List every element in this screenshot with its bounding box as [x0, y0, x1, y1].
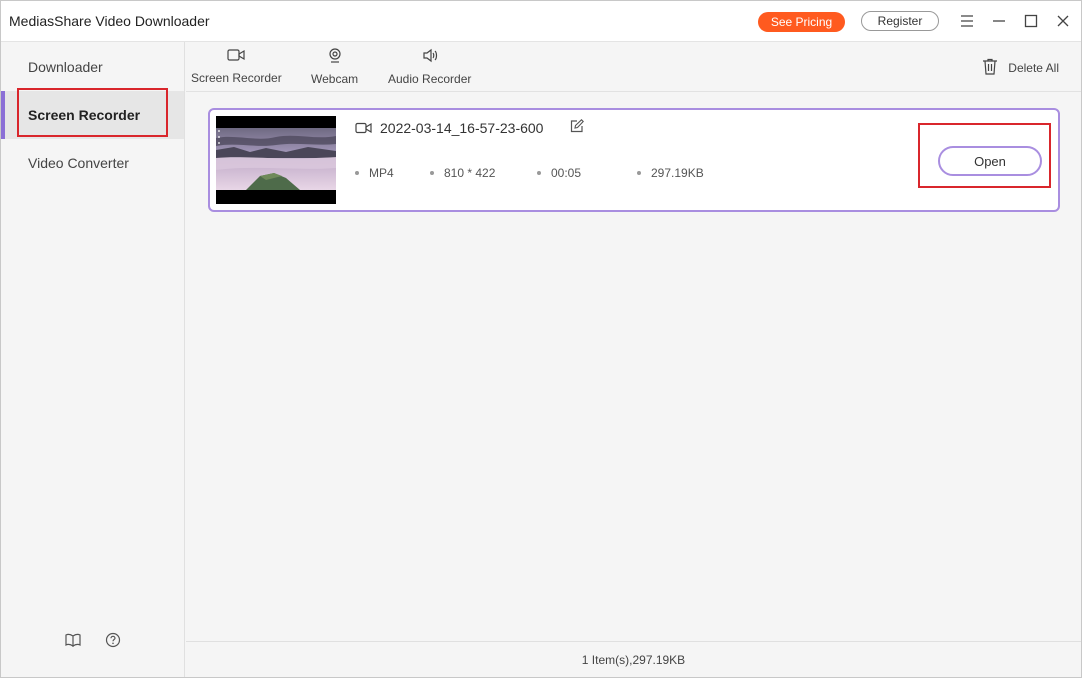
- tool-label: Webcam: [311, 72, 359, 86]
- sidebar-item-downloader[interactable]: Downloader: [1, 43, 184, 91]
- open-button[interactable]: Open: [938, 146, 1042, 176]
- delete-all-button[interactable]: Delete All: [982, 58, 1059, 78]
- main-panel: Screen Recorder Webcam Audio Recorder De…: [186, 42, 1081, 641]
- sidebar-item-label: Video Converter: [28, 155, 129, 171]
- duration-value: 00:05: [551, 166, 582, 180]
- tool-label: Audio Recorder: [388, 72, 472, 86]
- sidebar-item-video-converter[interactable]: Video Converter: [1, 139, 184, 187]
- meta-resolution: 810 * 422: [430, 166, 495, 180]
- trash-icon: [982, 58, 1008, 78]
- delete-all-label: Delete All: [1008, 61, 1059, 75]
- edit-icon[interactable]: [570, 119, 584, 138]
- speaker-icon: [422, 48, 438, 68]
- sidebar-item-label: Downloader: [28, 59, 103, 75]
- bullet: [355, 171, 359, 175]
- status-bar: 1 Item(s),297.19KB: [186, 641, 1081, 677]
- app-title: MediasShare Video Downloader: [9, 13, 210, 29]
- recording-card[interactable]: 2022-03-14_16-57-23-600 MP4 810 * 422 00…: [208, 108, 1060, 212]
- tool-label: Screen Recorder: [191, 71, 282, 85]
- app-window: MediasShare Video Downloader See Pricing…: [0, 0, 1082, 678]
- minimize-icon[interactable]: [989, 11, 1009, 31]
- toolbar: Screen Recorder Webcam Audio Recorder De…: [186, 42, 1081, 92]
- tool-audio-recorder[interactable]: Audio Recorder: [388, 48, 471, 88]
- sidebar-item-screen-recorder[interactable]: Screen Recorder: [1, 91, 184, 139]
- status-summary: 1 Item(s),297.19KB: [581, 652, 686, 667]
- size-value: 297.19KB: [651, 166, 704, 180]
- sidebar: Downloader Screen Recorder Video Convert…: [1, 42, 185, 677]
- bullet: [430, 171, 434, 175]
- register-button[interactable]: Register: [861, 11, 939, 31]
- recording-title: 2022-03-14_16-57-23-600: [355, 120, 543, 136]
- video-camera-icon: [227, 48, 245, 67]
- recording-name: 2022-03-14_16-57-23-600: [380, 120, 544, 136]
- bullet: [637, 171, 641, 175]
- maximize-icon[interactable]: [1021, 11, 1041, 31]
- tool-screen-recorder[interactable]: Screen Recorder: [191, 48, 282, 88]
- video-camera-icon: [355, 122, 372, 134]
- format-value: MP4: [369, 166, 394, 180]
- menu-icon[interactable]: [957, 11, 977, 31]
- webcam-icon: [328, 48, 342, 68]
- meta-format: MP4: [355, 166, 394, 180]
- book-icon[interactable]: [64, 631, 82, 649]
- close-icon[interactable]: [1053, 11, 1073, 31]
- meta-duration: 00:05: [537, 166, 581, 180]
- bullet: [537, 171, 541, 175]
- video-thumbnail[interactable]: [216, 116, 336, 204]
- see-pricing-button[interactable]: See Pricing: [758, 12, 845, 32]
- resolution-value: 810 * 422: [444, 166, 496, 180]
- meta-size: 297.19KB: [637, 166, 704, 180]
- help-icon[interactable]: [104, 631, 122, 649]
- tool-webcam[interactable]: Webcam: [311, 48, 358, 88]
- title-bar: MediasShare Video Downloader See Pricing…: [1, 1, 1081, 42]
- sidebar-item-label: Screen Recorder: [28, 107, 141, 123]
- thumbnail-image: [216, 128, 336, 190]
